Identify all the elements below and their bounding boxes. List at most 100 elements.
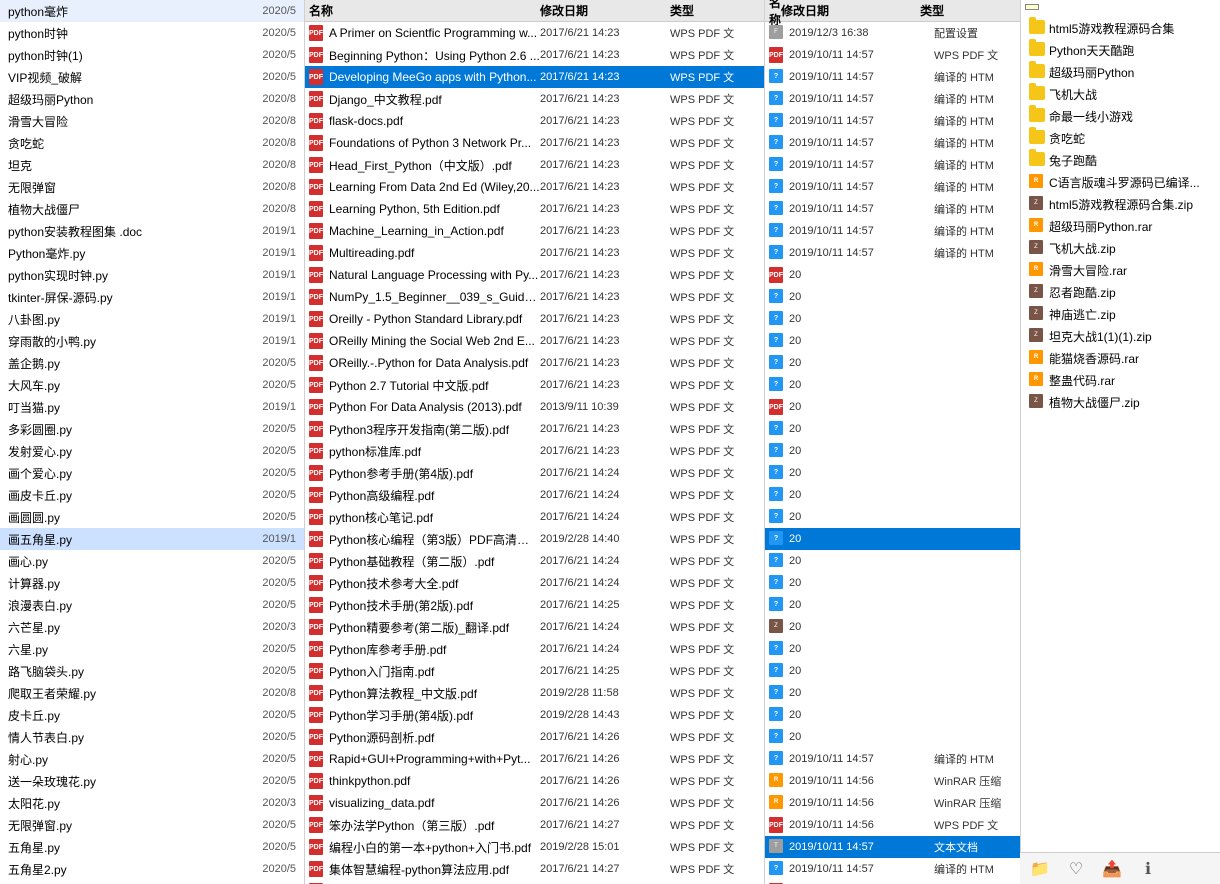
right-row[interactable]: ?JavaScript核心参考手册.chm20 <box>765 374 1020 396</box>
mid-row[interactable]: PDFPython精要参考(第二版)_翻译.pdf2017/6/21 14:24… <box>305 616 764 638</box>
left-item[interactable]: 穿雨散的小鸭.py2019/1 <box>0 330 304 352</box>
right-row[interactable]: ?xHTML参考手册(1).chm20 <box>765 704 1020 726</box>
right-row[interactable]: ?w3c标准html5手册.chm20 <box>765 682 1020 704</box>
mid-row[interactable]: PDFPython基础教程（第二版）.pdf2017/6/21 14:24WPS… <box>305 550 764 572</box>
mid-row[interactable]: PDFBeginning Python：Using Python 2.6 ...… <box>305 44 764 66</box>
mid-row[interactable]: PDFDjango_中文教程.pdf2017/6/21 14:23WPS PDF… <box>305 88 764 110</box>
left-item[interactable]: 计算器.py2020/5 <box>0 572 304 594</box>
mid-row[interactable]: PDFpython标准库.pdf2017/6/21 14:23WPS PDF 文 <box>305 440 764 462</box>
left-item[interactable]: python安装教程图集 .doc2019/1 <box>0 220 304 242</box>
right-side-item[interactable]: html5游戏教程源码合集 <box>1021 17 1220 39</box>
mid-row[interactable]: PDFPython算法教程_中文版.pdf2019/2/28 11:58WPS … <box>305 682 764 704</box>
right-side-item[interactable]: 超级玛丽Python <box>1021 61 1220 83</box>
right-row[interactable]: ?JDK_API_1_6_zh_CN手册.CHM20 <box>765 418 1020 440</box>
mid-row[interactable]: PDFHead_First_Python（中文版）.pdf2017/6/21 1… <box>305 154 764 176</box>
mid-row[interactable]: PDFA Primer on Scientfic Programming w..… <box>305 22 764 44</box>
left-item[interactable]: 五角星.py2020/5 <box>0 836 304 858</box>
mid-row[interactable]: PDFPython3程序开发指南(第二版).pdf2017/6/21 14:23… <box>305 418 764 440</box>
mid-row[interactable]: PDFPython 2.7 Tutorial 中文版.pdf2017/6/21 … <box>305 374 764 396</box>
left-item[interactable]: 情人节表白.py2020/5 <box>0 726 304 748</box>
right-row[interactable]: ?DOM中文手册(1).chm2019/10/11 14:57编译的 HTM <box>765 198 1020 220</box>
mid-row[interactable]: PDFPython技术参考大全.pdf2017/6/21 14:24WPS PD… <box>305 572 764 594</box>
mid-row[interactable]: PDFDeveloping MeeGo apps with Python...2… <box>305 66 764 88</box>
mid-row[interactable]: PDFPython学习手册(第4版).pdf2019/2/28 14:43WPS… <box>305 704 764 726</box>
mid-row[interactable]: PDFRapid+GUI+Programming+with+Pyt...2017… <box>305 748 764 770</box>
left-item[interactable]: Python毫炸.py2019/1 <box>0 242 304 264</box>
right-row[interactable]: ?xHTML参考手册.chm20 <box>765 726 1020 748</box>
mid-row[interactable]: PDFvisualizing_data.pdf2017/6/21 14:26WP… <box>305 792 764 814</box>
left-item[interactable]: python时钟(1)2020/5 <box>0 44 304 66</box>
right-row[interactable]: ?jQuery1.7 中文手册.chm20 <box>765 572 1020 594</box>
right-row[interactable]: ?CSS 3.0参考手册.chm2019/10/11 14:57编译的 HTM <box>765 154 1020 176</box>
left-item[interactable]: 画皮卡丘.py2020/5 <box>0 484 304 506</box>
mid-row[interactable]: PDF编程小白的第一本+python+入门书.pdf2019/2/28 15:0… <box>305 836 764 858</box>
mid-row[interactable]: PDFPython入门指南.pdf2017/6/21 14:25WPS PDF … <box>305 660 764 682</box>
right-row[interactable]: ?CSS 2.0 中文手册.chm2019/10/11 14:57编译的 HTM <box>765 88 1020 110</box>
right-row[interactable]: ?jQuery 1.4参考手册.CHM20 <box>765 506 1020 528</box>
mid-row[interactable]: PDFNumPy_1.5_Beginner__039_s_Guide.pdf20… <box>305 286 764 308</box>
left-item[interactable]: 画个爱心.py2020/5 <box>0 462 304 484</box>
share-icon[interactable]: 📤 <box>1100 857 1124 881</box>
info-icon[interactable]: ℹ <box>1136 857 1160 881</box>
right-row[interactable]: ?网页制作完全手册.chm2019/10/11 14:57编译的 HTM <box>765 858 1020 880</box>
right-side-item[interactable]: 命最一线小游戏 <box>1021 105 1220 127</box>
right-row[interactable]: ?CSS 3.0参考手册(2).chm2019/10/11 14:57编译的 H… <box>765 132 1020 154</box>
mid-row[interactable]: PDFNatural Language Processing with Py..… <box>305 264 764 286</box>
mid-row[interactable]: PDFOreilly - Python Standard Library.pdf… <box>305 308 764 330</box>
right-row[interactable]: ?Javascript参考手册.chm20 <box>765 308 1020 330</box>
left-item[interactable]: 爬取王者荣耀.py2020/8 <box>0 682 304 704</box>
right-row[interactable]: ?jQuery1.7 中文手册(1).chm20 <box>765 528 1020 550</box>
right-row[interactable]: PDFHTML5移动开发即学即用[双色].pdf20 <box>765 264 1020 286</box>
mid-row[interactable]: PDFMultireading.pdf2017/6/21 14:23WPS PD… <box>305 242 764 264</box>
left-item[interactable]: 超级玛丽Python2020/8 <box>0 88 304 110</box>
left-item[interactable]: 六芒星.py2020/3 <box>0 616 304 638</box>
mid-row[interactable]: PDFPython参考手册(第4版).pdf2017/6/21 14:24WPS… <box>305 462 764 484</box>
left-item[interactable]: 路飞脑袋头.py2020/5 <box>0 660 304 682</box>
left-item[interactable]: 无限弹窗2020/8 <box>0 176 304 198</box>
right-row[interactable]: ?jQuery 1.3参考手册(1).chm20 <box>765 440 1020 462</box>
right-row[interactable]: ?CSS 2.0 中文手册(2).chm2019/10/11 14:57编译的 … <box>765 66 1020 88</box>
left-item[interactable]: 画圆圆.py2020/5 <box>0 506 304 528</box>
left-item[interactable]: python实现时钟.py2019/1 <box>0 264 304 286</box>
right-row[interactable]: ?CSS中文完全参考手册.chm2019/10/11 14:57编译的 HTM <box>765 176 1020 198</box>
right-side-item[interactable]: Z飞机大战.zip <box>1021 237 1220 259</box>
left-item[interactable]: 叮当猫.py2019/1 <box>0 396 304 418</box>
left-item[interactable]: 射心.py2020/5 <box>0 748 304 770</box>
left-item[interactable]: 盖企鹅.py2020/5 <box>0 352 304 374</box>
mid-row[interactable]: PDFLearning Python, 5th Edition.pdf2017/… <box>305 198 764 220</box>
left-item[interactable]: 送一朵玫瑰花.py2020/5 <box>0 770 304 792</box>
mid-row[interactable]: PDFOReilly.-.Python for Data Analysis.pd… <box>305 352 764 374</box>
left-item[interactable]: VIP视频_破解2020/5 <box>0 66 304 88</box>
left-item[interactable]: tkinter-屏保-源码.py2019/1 <box>0 286 304 308</box>
right-row[interactable]: PDFCSS 2.0 中文手册(1).pdf2019/10/11 14:57WP… <box>765 44 1020 66</box>
right-side-item[interactable]: R滑雪大冒险.rar <box>1021 259 1220 281</box>
left-item[interactable]: 画五角星.py2019/1 <box>0 528 304 550</box>
right-row[interactable]: FcPix.ini2019/12/3 16:38配置设置 <box>765 22 1020 44</box>
left-item[interactable]: python时钟2020/5 <box>0 22 304 44</box>
mid-row[interactable]: PDFFoundations of Python 3 Network Pr...… <box>305 132 764 154</box>
mid-row[interactable]: PDFPython技术手册(第2版).pdf2017/6/21 14:25WPS… <box>305 594 764 616</box>
mid-row[interactable]: PDFPython For Data Analysis (2013).pdf20… <box>305 396 764 418</box>
right-side-item[interactable]: R超级玛丽Python.rar <box>1021 215 1220 237</box>
right-side-item[interactable]: 贪吃蛇 <box>1021 127 1220 149</box>
mid-row[interactable]: PDFOReilly Mining the Social Web 2nd E..… <box>305 330 764 352</box>
left-item[interactable]: 坦克2020/8 <box>0 154 304 176</box>
mid-row[interactable]: PDFthinkpython.pdf2017/6/21 14:26WPS PDF… <box>305 770 764 792</box>
right-side-item[interactable]: Zhtml5游戏教程源码合集.zip <box>1021 193 1220 215</box>
left-item[interactable]: 八卦图.py2019/1 <box>0 308 304 330</box>
right-row[interactable]: ?SQL(1).chm20 <box>765 638 1020 660</box>
right-row[interactable]: ?jQuery 1.3参考手册.chm20 <box>765 462 1020 484</box>
right-row[interactable]: ?jQuery1.7 中文手册(2).chm20 <box>765 550 1020 572</box>
left-item[interactable]: 五角星2.py2020/5 <box>0 858 304 880</box>
left-item[interactable]: python毫炸2020/5 <box>0 0 304 22</box>
left-item[interactable]: 皮卡丘.py2020/5 <box>0 704 304 726</box>
favorite-icon[interactable]: ♡ <box>1064 857 1088 881</box>
left-item[interactable]: 发射爱心.py2020/5 <box>0 440 304 462</box>
right-side-item[interactable]: Z神庙逃亡.zip <box>1021 303 1220 325</box>
mid-row[interactable]: PDF简明python教程.pdf2013/9/11 10:34WPS PDF … <box>305 880 764 884</box>
right-side-item[interactable]: R整蛊代码.rar <box>1021 369 1220 391</box>
right-row[interactable]: ?CSS 3.0参考手册(1).chm2019/10/11 14:57编译的 H… <box>765 110 1020 132</box>
mid-row[interactable]: PDFPython源码剖析.pdf2017/6/21 14:26WPS PDF … <box>305 726 764 748</box>
mid-row[interactable]: PDF笨办法学Python（第三版）.pdf2017/6/21 14:27WPS… <box>305 814 764 836</box>
right-row[interactable]: PDF精通JavaScript(图灵计算机科学丛书).pdf2019/10/11… <box>765 814 1020 836</box>
